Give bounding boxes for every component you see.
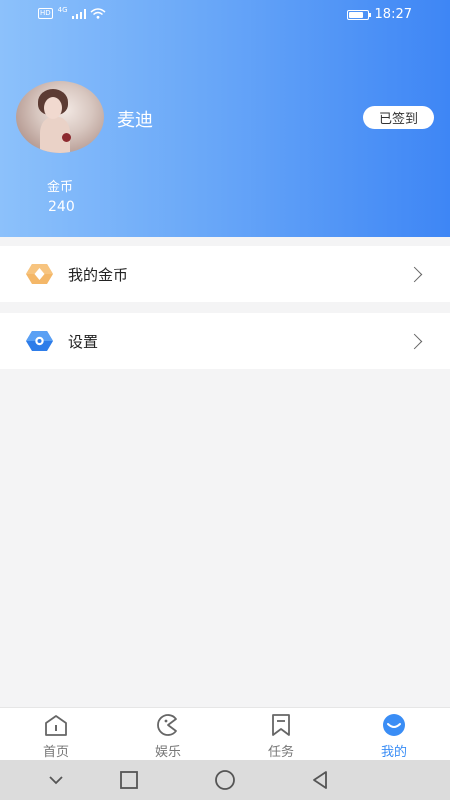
avatar[interactable]: [16, 81, 104, 153]
tab-label: 我的: [380, 745, 407, 760]
tab-label: 娱乐: [154, 745, 181, 760]
game-icon: [157, 714, 177, 736]
coins-value: 240: [48, 199, 75, 215]
menu-item-label: 我的金币: [68, 265, 129, 284]
recents-icon[interactable]: [117, 768, 141, 792]
status-time: 18:27: [374, 7, 412, 22]
tab-home[interactable]: 首页: [0, 708, 112, 761]
coins-label: 金币: [47, 180, 74, 195]
bookmark-icon: [272, 714, 290, 736]
wifi-icon: [90, 8, 106, 19]
home-circle-icon[interactable]: [213, 768, 237, 792]
hd-badge: HD: [38, 8, 53, 19]
tab-mine[interactable]: 我的: [338, 708, 450, 761]
system-nav-bar: [0, 760, 450, 800]
signal-icon: [71, 8, 86, 19]
bottom-tab-bar: 首页 娱乐 任务 我的: [0, 707, 450, 760]
chevron-down-icon[interactable]: [44, 768, 68, 792]
tab-label: 首页: [42, 745, 69, 760]
profile-header: HD 4G 18:27 麦迪 已签到 金币 240: [0, 0, 450, 237]
username: 麦迪: [117, 110, 153, 131]
chevron-right-icon: [406, 333, 423, 349]
tab-entertainment[interactable]: 娱乐: [112, 708, 224, 761]
menu-item-my-coins[interactable]: 我的金币: [0, 246, 450, 302]
coin-icon: [26, 264, 53, 284]
back-icon[interactable]: [308, 768, 332, 792]
signed-in-button[interactable]: 已签到: [363, 106, 434, 129]
chevron-right-icon: [406, 266, 423, 282]
status-bar: HD 4G 18:27: [0, 0, 450, 30]
menu-item-label: 设置: [68, 332, 99, 351]
menu-item-settings[interactable]: 设置: [0, 313, 450, 369]
home-icon: [45, 715, 67, 736]
tab-tasks[interactable]: 任务: [225, 708, 337, 761]
tab-label: 任务: [267, 745, 294, 760]
battery-icon: [346, 9, 371, 20]
network-type: 4G: [57, 5, 68, 14]
profile-icon: [383, 714, 405, 736]
settings-hex-icon: [26, 331, 53, 351]
